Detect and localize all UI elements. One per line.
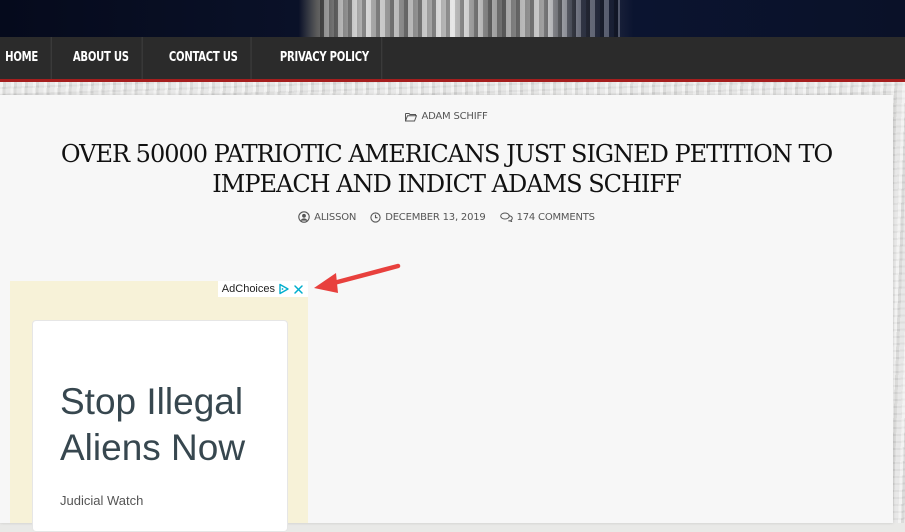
author-name: ALISSON <box>314 211 357 223</box>
comments-link[interactable]: 174 COMMENTS <box>499 211 595 223</box>
close-icon[interactable] <box>293 284 304 295</box>
category-label: ADAM SCHIFF <box>421 111 488 122</box>
advertisement[interactable]: AdChoices Stop Illegal Aliens Now Judici… <box>10 281 308 532</box>
comments-count: 174 COMMENTS <box>516 211 595 223</box>
ad-source[interactable]: Judicial Watch <box>60 493 143 508</box>
adchoices-icon[interactable] <box>278 283 290 295</box>
nav-item-privacy-policy[interactable]: PRIVACY POLICY <box>267 37 383 79</box>
comments-icon <box>499 212 513 222</box>
adchoices-label: AdChoices <box>221 283 275 295</box>
post-title: OVER 50000 PATRIOTIC AMERICANS JUST SIGN… <box>60 140 833 198</box>
red-arrow-annotation <box>314 263 401 293</box>
folder-open-icon <box>405 112 418 122</box>
user-circle-icon <box>298 211 310 223</box>
post-category-row: ADAM SCHIFF <box>0 111 893 125</box>
author-link[interactable]: ALISSON <box>298 211 356 223</box>
clock-icon <box>370 211 381 223</box>
header-banner-image <box>0 0 905 37</box>
ad-card[interactable]: Stop Illegal Aliens Now Judicial Watch <box>32 320 288 532</box>
main-navigation: HOME ABOUT US CONTACT US PRIVACY POLICY <box>0 37 905 82</box>
post-meta: ALISSON DECEMBER 13, 2019 174 COMMENTS <box>0 211 893 223</box>
nav-item-home[interactable]: HOME <box>0 37 52 79</box>
nav-item-contact-us[interactable]: CONTACT US <box>156 37 252 79</box>
header-image-detail <box>320 0 620 37</box>
date-link[interactable]: DECEMBER 13, 2019 <box>370 211 486 223</box>
ad-headline[interactable]: Stop Illegal Aliens Now <box>60 379 280 471</box>
nav-item-about-us[interactable]: ABOUT US <box>60 37 143 79</box>
post-date: DECEMBER 13, 2019 <box>385 211 486 223</box>
category-link[interactable]: ADAM SCHIFF <box>405 111 488 122</box>
adchoices-badge[interactable]: AdChoices <box>217 281 308 297</box>
